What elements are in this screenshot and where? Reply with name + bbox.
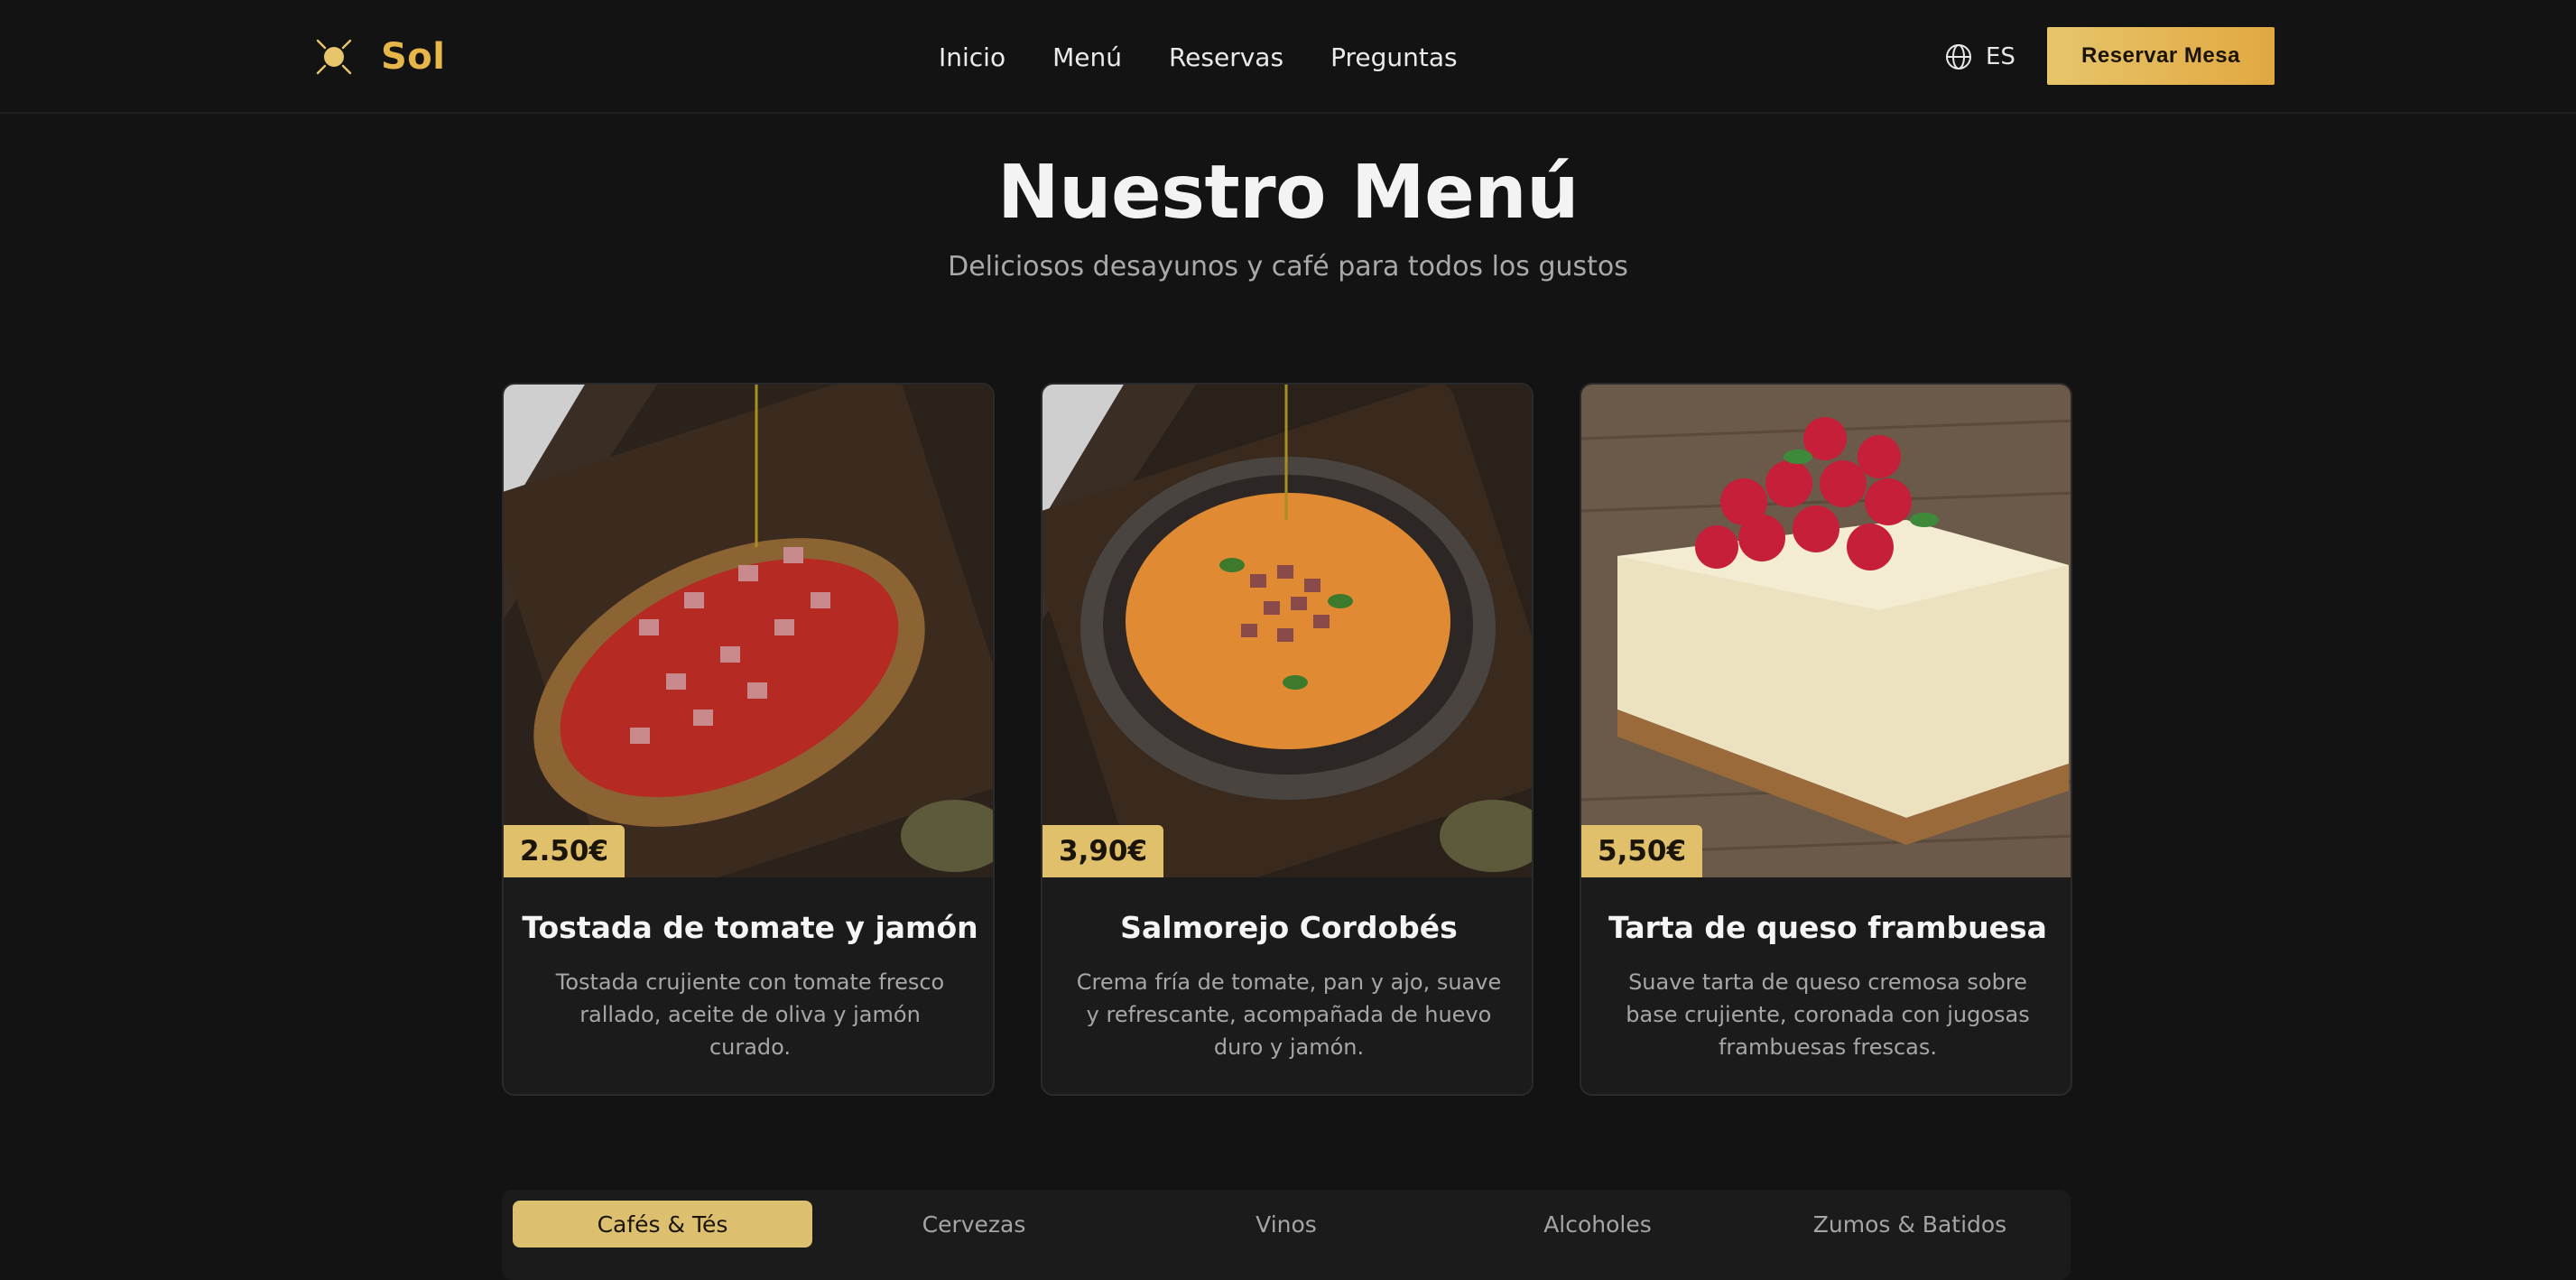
tab-vinos[interactable]: Vinos <box>1136 1201 1436 1248</box>
menu-card-tostada[interactable]: 2.50€ Tostada de tomate y jamón Tostada … <box>502 383 995 1096</box>
price-badge: 2.50€ <box>504 825 625 877</box>
menu-item-description: Suave tarta de queso cremosa sobre base … <box>1626 969 2030 1060</box>
menu-item-name: Tarta de queso frambuesa <box>1608 910 2047 945</box>
language-selector[interactable]: ES <box>1944 36 2015 78</box>
menu-item-description: Crema fría de tomate, pan y ajo, suave y… <box>1076 969 1502 1060</box>
price-badge: 5,50€ <box>1581 825 1703 877</box>
menu-item-name: Salmorejo Cordobés <box>1120 910 1458 945</box>
page-title: Nuestro Menú <box>997 150 1579 236</box>
page-subtitle: Deliciosos desayunos y café para todos l… <box>948 251 1628 283</box>
globe-icon <box>1946 44 1971 70</box>
nav-item-reservas[interactable]: Reservas <box>1169 42 1283 72</box>
menu-card-salmorejo[interactable]: 3,90€ Salmorejo Cordobés Crema fría de t… <box>1041 383 1534 1096</box>
menu-item-description: Tostada crujiente con tomate fresco rall… <box>555 969 945 1060</box>
nav-item-preguntas[interactable]: Preguntas <box>1330 42 1458 72</box>
main-nav: Inicio Menú Reservas Preguntas <box>939 32 1505 81</box>
salmorejo-image <box>1042 385 1532 877</box>
category-tabs: Cafés & Tés Cervezas Vinos Alcoholes Zum… <box>502 1190 2071 1280</box>
menu-card-tarta[interactable]: 5,50€ Tarta de queso frambuesa Suave tar… <box>1580 383 2072 1096</box>
menu-item-name: Tostada de tomate y jamón <box>522 910 978 945</box>
tab-zumos-batidos[interactable]: Zumos & Batidos <box>1760 1201 2060 1248</box>
price-badge: 3,90€ <box>1042 825 1164 877</box>
nav-item-menu[interactable]: Menú <box>1052 42 1122 72</box>
tab-cafes-tes[interactable]: Cafés & Tés <box>513 1201 812 1248</box>
sun-icon <box>316 39 352 75</box>
site-header: Sol Inicio Menú Reservas Preguntas ES Re… <box>0 0 2576 114</box>
reserve-table-button[interactable]: Reservar Mesa <box>2047 27 2275 85</box>
brand-logo[interactable]: Sol <box>314 32 446 81</box>
brand-name: Sol <box>381 36 446 78</box>
tab-alcoholes[interactable]: Alcoholes <box>1448 1201 1747 1248</box>
language-label: ES <box>1986 43 2015 70</box>
tarta-image <box>1581 385 2071 877</box>
tostada-image <box>504 385 993 877</box>
nav-item-inicio[interactable]: Inicio <box>939 42 1005 72</box>
tab-cervezas[interactable]: Cervezas <box>824 1201 1124 1248</box>
